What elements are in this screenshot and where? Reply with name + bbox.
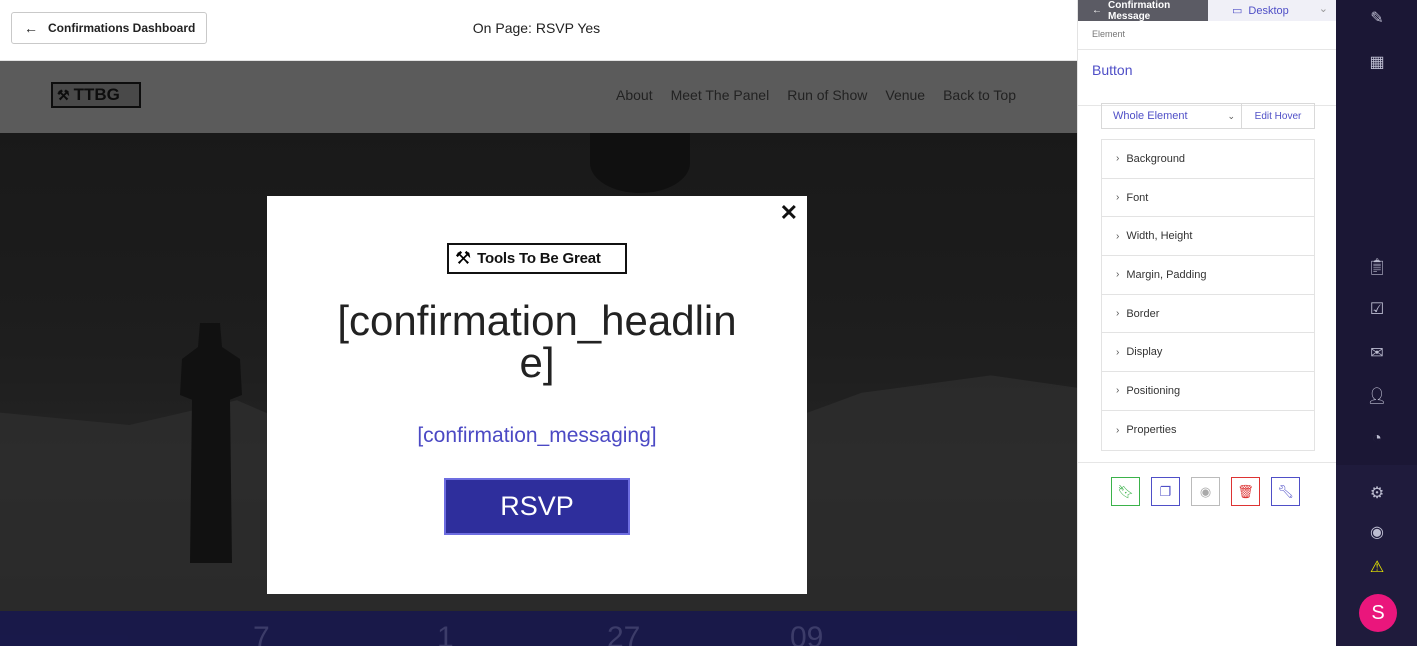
section-background[interactable]: › Background — [1102, 140, 1314, 179]
confirmation-modal: ✕ ⚒ Tools To Be Great [confirmation_head… — [267, 196, 807, 594]
gear-icon[interactable]: ⚙ — [1366, 482, 1388, 504]
element-section-label: Element — [1092, 29, 1126, 39]
confirmation-messaging[interactable]: [confirmation_messaging] — [267, 424, 807, 448]
chevron-right-icon: › — [1116, 192, 1120, 204]
section-font[interactable]: › Font — [1102, 179, 1314, 218]
eye-icon: ◉ — [1199, 483, 1212, 499]
close-icon[interactable]: ✕ — [780, 202, 798, 224]
chevron-down-icon: ⌄ — [1318, 3, 1328, 15]
section-properties[interactable]: › Properties — [1102, 411, 1314, 450]
section-label: Width, Height — [1126, 230, 1193, 243]
device-label: Desktop — [1248, 4, 1289, 17]
bookmark-button[interactable]: 🔖︎ — [1111, 477, 1140, 506]
checkbox-icon[interactable]: ☑ — [1366, 298, 1388, 320]
page-title: On Page: RSVP Yes — [0, 20, 1077, 36]
editor-topbar: ← Confirmations Dashboard On Page: RSVP … — [0, 0, 1077, 61]
chevron-right-icon: › — [1116, 269, 1120, 281]
section-label: Background — [1126, 152, 1186, 165]
settings-button[interactable]: 🔧︎ — [1271, 477, 1300, 506]
panel-tabs: ← Confirmation Message ▭ Desktop ⌄ — [1078, 0, 1336, 22]
copy-icon: ❐ — [1159, 483, 1172, 499]
chevron-right-icon: › — [1116, 308, 1120, 320]
eye-icon[interactable]: ◉ — [1366, 521, 1388, 543]
section-margin-padding[interactable]: › Margin, Padding — [1102, 256, 1314, 295]
style-sections: › Background › Font › Width, Height › Margin… — [1101, 139, 1315, 451]
chevron-right-icon: › — [1116, 230, 1120, 242]
tools-icon: ⚒ — [455, 248, 472, 268]
chevron-right-icon: › — [1116, 385, 1120, 397]
user-icon[interactable]: 👤︎ — [1366, 385, 1388, 407]
section-label: Border — [1126, 307, 1160, 320]
chevron-right-icon: › — [1116, 424, 1120, 436]
section-label: Margin, Padding — [1126, 268, 1207, 281]
wrench-icon: 🔧︎ — [1277, 483, 1294, 499]
visibility-button[interactable]: ◉ — [1191, 477, 1220, 506]
section-label: Font — [1126, 191, 1149, 204]
scope-select-value: Whole Element — [1113, 110, 1188, 122]
chevron-right-icon: › — [1116, 153, 1120, 165]
chevron-right-icon: › — [1116, 346, 1120, 358]
edit-hover-button[interactable]: Edit Hover — [1242, 104, 1314, 128]
brand-logo: ⚒ Tools To Be Great — [447, 243, 627, 274]
mail-icon[interactable]: ✉ — [1366, 342, 1388, 364]
section-label: Display — [1126, 346, 1163, 359]
pie-chart-icon[interactable]: ◔ — [1366, 428, 1388, 450]
element-name: Button — [1092, 62, 1133, 78]
section-label: Properties — [1126, 424, 1177, 437]
avatar[interactable]: S — [1359, 594, 1397, 632]
section-width-height[interactable]: › Width, Height — [1102, 217, 1314, 257]
section-positioning[interactable]: › Positioning — [1102, 372, 1314, 411]
delete-button[interactable]: 🗑︎ — [1231, 477, 1260, 506]
warning-icon[interactable]: ⚠ — [1366, 556, 1388, 578]
desktop-icon: ▭ — [1232, 5, 1243, 17]
scope-select[interactable]: Whole Element ⌄ — [1102, 104, 1242, 128]
divider — [1078, 462, 1337, 463]
scope-select-row: Whole Element ⌄ Edit Hover — [1101, 103, 1315, 129]
arrow-left-icon: ← — [1092, 5, 1102, 16]
rsvp-button[interactable]: RSVP — [444, 478, 630, 535]
page-title-text: On Page: RSVP Yes — [472, 20, 601, 36]
tab-confirmation-message-label: Confirmation Message — [1108, 0, 1171, 22]
duplicate-button[interactable]: ❐ — [1151, 477, 1180, 506]
layout-icon[interactable]: ▦ — [1366, 51, 1388, 73]
clipboard-icon[interactable]: 📋︎ — [1366, 256, 1388, 278]
section-label: Positioning — [1126, 384, 1181, 397]
style-panel: ← Confirmation Message ▭ Desktop ⌄ Eleme… — [1077, 0, 1337, 646]
tab-confirmation-message[interactable]: ← Confirmation Message — [1078, 0, 1208, 22]
element-tools: 🔖︎ ❐ ◉ 🗑︎ 🔧︎ — [1111, 477, 1300, 506]
pencil-icon[interactable]: ✎ — [1366, 7, 1388, 29]
bookmark-icon: 🔖︎ — [1117, 483, 1134, 499]
trash-icon: 🗑︎ — [1237, 483, 1254, 499]
brand-logo-text: Tools To Be Great — [477, 250, 601, 267]
section-border[interactable]: › Border — [1102, 295, 1314, 334]
chevron-down-icon: ⌄ — [1227, 110, 1235, 121]
app-rail: ✎ ▦ 📋︎ ☑ ✉ 👤︎ ◔ ⚙ ◉ ⚠ S — [1336, 0, 1417, 646]
confirmation-headline[interactable]: [confirmation_headline] — [337, 300, 737, 384]
device-selector[interactable]: ▭ Desktop ⌄ — [1208, 0, 1336, 21]
section-display[interactable]: › Display — [1102, 333, 1314, 373]
